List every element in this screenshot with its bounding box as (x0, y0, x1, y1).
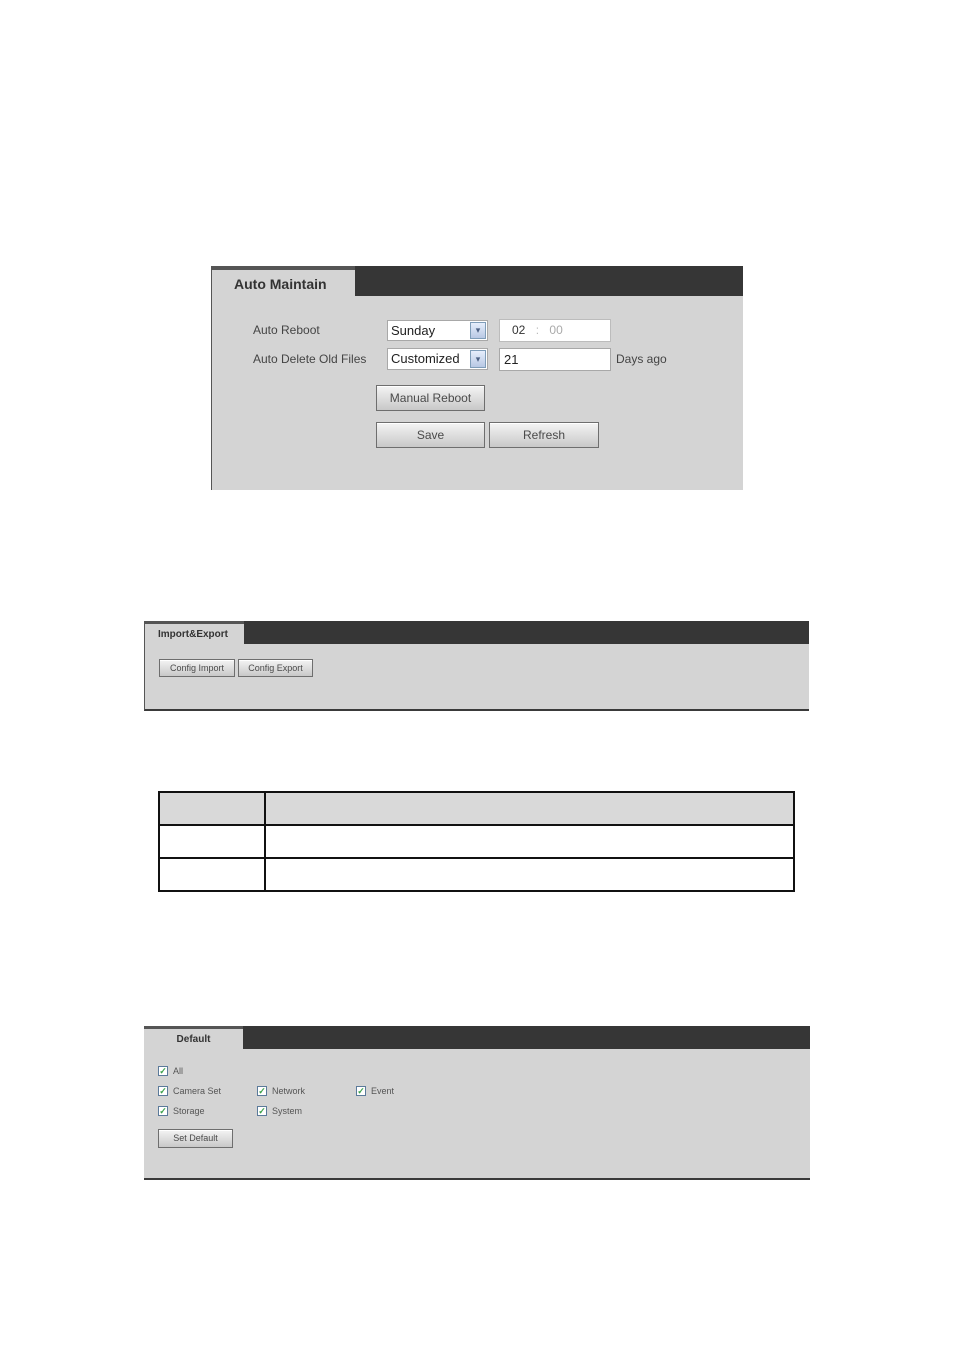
checkbox-network[interactable]: ✓ Network (257, 1086, 305, 1096)
auto-delete-mode-value: Customized (391, 351, 460, 366)
auto-reboot-time-input[interactable]: 02 : 00 (499, 319, 611, 342)
checkbox-checked-icon[interactable]: ✓ (158, 1086, 168, 1096)
manual-reboot-button[interactable]: Manual Reboot (376, 385, 485, 411)
auto-delete-mode-select[interactable]: Customized ▾ (387, 348, 488, 370)
hour-value[interactable]: 02 (512, 323, 525, 337)
config-import-button[interactable]: Config Import (159, 659, 235, 677)
refresh-button[interactable]: Refresh (489, 422, 599, 448)
auto-maintain-panel: Auto Maintain Auto Reboot Sunday ▾ 02 : … (211, 266, 743, 490)
checkbox-label: System (272, 1106, 303, 1116)
auto-reboot-label: Auto Reboot (253, 323, 320, 337)
table-cell (264, 791, 795, 826)
import-export-panel: Import&Export Config Import Config Expor… (144, 621, 809, 711)
table-row (158, 857, 795, 892)
checkbox-checked-icon[interactable]: ✓ (257, 1086, 267, 1096)
chevron-down-icon[interactable]: ▾ (470, 322, 486, 339)
table-header-row (158, 791, 795, 826)
parameter-table (158, 791, 795, 892)
set-default-button[interactable]: Set Default (158, 1129, 233, 1148)
table-cell (158, 857, 266, 892)
table-row (158, 824, 795, 859)
checkbox-checked-icon[interactable]: ✓ (356, 1086, 366, 1096)
table-cell (264, 857, 795, 892)
table-cell (158, 791, 266, 826)
checkbox-checked-icon[interactable]: ✓ (158, 1066, 168, 1076)
auto-delete-days-input[interactable]: 21 (499, 348, 611, 371)
tab-default[interactable]: Default (144, 1026, 243, 1049)
time-separator: : (535, 323, 540, 337)
table-cell (264, 824, 795, 859)
default-panel: Default ✓ All ✓ Camera Set ✓ Network ✓ E… (144, 1026, 810, 1180)
checkbox-checked-icon[interactable]: ✓ (158, 1106, 168, 1116)
days-ago-label: Days ago (616, 352, 667, 366)
checkbox-label: All (173, 1066, 184, 1076)
checkbox-label: Network (272, 1086, 306, 1096)
auto-reboot-day-value: Sunday (391, 323, 436, 338)
config-export-button[interactable]: Config Export (238, 659, 313, 677)
checkbox-all[interactable]: ✓ All (158, 1066, 183, 1076)
checkbox-label: Event (371, 1086, 395, 1096)
minute-value[interactable]: 00 (549, 323, 562, 337)
panel-header-bar (145, 621, 809, 644)
checkbox-storage[interactable]: ✓ Storage (158, 1106, 205, 1116)
panel-header-bar (144, 1026, 810, 1049)
table-cell (158, 824, 266, 859)
checkbox-camera-set[interactable]: ✓ Camera Set (158, 1086, 221, 1096)
tab-auto-maintain[interactable]: Auto Maintain (212, 266, 355, 296)
tab-import-export[interactable]: Import&Export (145, 621, 244, 644)
save-button[interactable]: Save (376, 422, 485, 448)
chevron-down-icon[interactable]: ▾ (470, 350, 486, 368)
checkbox-event[interactable]: ✓ Event (356, 1086, 394, 1096)
checkbox-system[interactable]: ✓ System (257, 1106, 302, 1116)
auto-reboot-day-select[interactable]: Sunday ▾ (387, 320, 488, 341)
checkbox-label: Storage (173, 1106, 205, 1116)
auto-delete-label: Auto Delete Old Files (253, 352, 367, 366)
checkbox-label: Camera Set (173, 1086, 222, 1096)
checkbox-checked-icon[interactable]: ✓ (257, 1106, 267, 1116)
